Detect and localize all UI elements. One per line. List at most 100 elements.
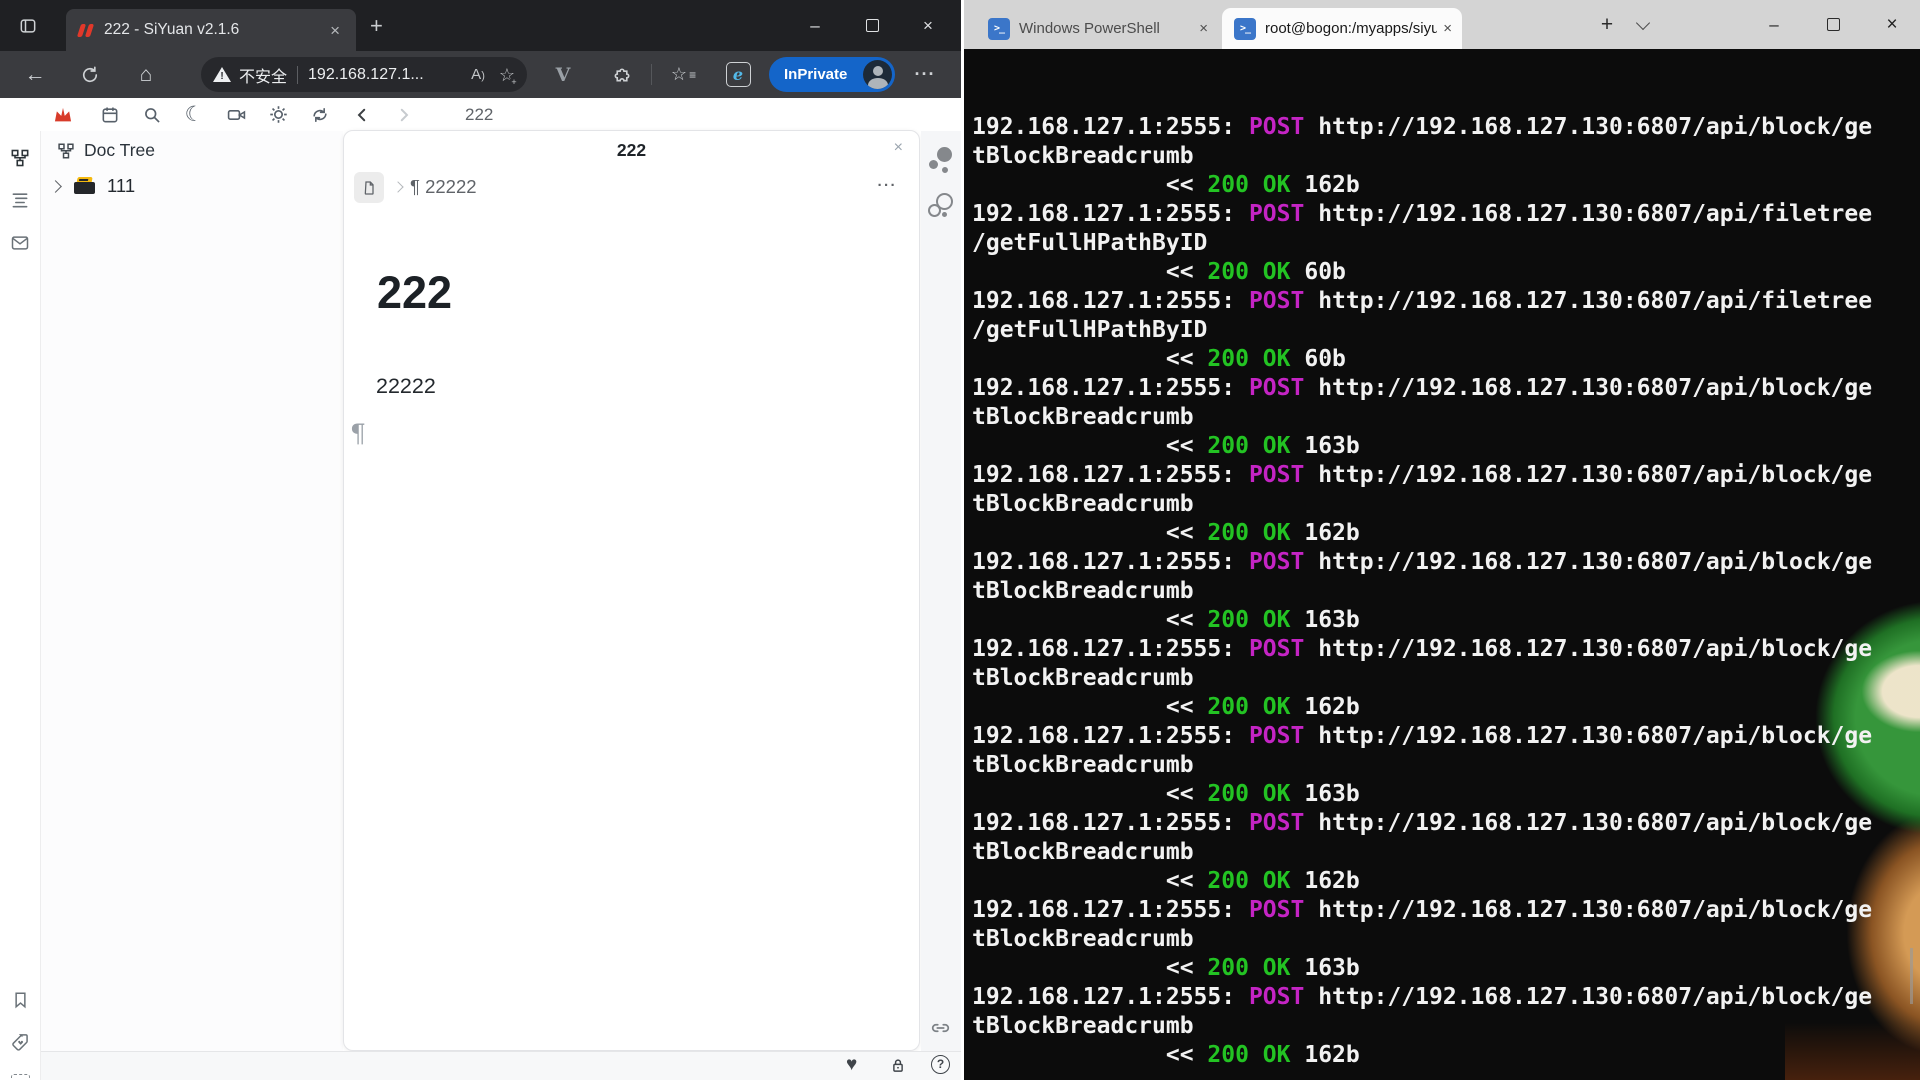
security-label: 不安全 <box>239 68 288 86</box>
editor-tab-bar[interactable]: 222 × <box>344 131 919 168</box>
terminal-tab-title: root@bogon:/myapps/siyuan/ <box>1265 20 1438 37</box>
tab-actions-icon[interactable] <box>12 10 43 41</box>
terminal-tab-close-icon[interactable]: × <box>1443 20 1452 37</box>
inbox-dock-icon[interactable] <box>0 226 40 260</box>
sync-icon[interactable] <box>303 98 337 131</box>
home-button[interactable]: ⌂ <box>126 51 166 98</box>
terminal-new-tab-button[interactable]: + <box>1592 10 1622 40</box>
nav-back-chevron-icon[interactable] <box>345 98 379 131</box>
terminal-line: tBlockBreadcrumb <box>972 838 1920 867</box>
ie-mode-icon[interactable]: e <box>718 51 758 98</box>
terminal-log: 192.168.127.1:2555: POST http://192.168.… <box>972 113 1920 1070</box>
global-graph-icon[interactable] <box>927 193 955 223</box>
terminal-tab-dropdown-icon[interactable] <box>1635 15 1651 31</box>
inprivate-badge[interactable]: InPrivate <box>769 57 895 92</box>
browser-close-button[interactable]: × <box>905 0 951 51</box>
tag-dock-icon[interactable] <box>0 1025 40 1059</box>
help-icon[interactable]: ? <box>931 1055 950 1074</box>
tab-close-icon[interactable]: × <box>326 20 344 41</box>
terminal-result-line: << 200 OK 162b <box>972 519 1920 548</box>
log-arrow: << <box>1165 607 1208 633</box>
breadcrumb-block-item[interactable]: ¶ 22222 <box>410 176 477 198</box>
read-aloud-icon[interactable]: A) <box>471 66 485 83</box>
log-url-continued: tBlockBreadcrumb <box>972 839 1194 865</box>
log-arrow: << <box>1165 433 1208 459</box>
terminal-close-button[interactable]: × <box>1869 0 1915 49</box>
terminal-tab-ssh[interactable]: >_ root@bogon:/myapps/siyuan/ × <box>1222 8 1462 49</box>
log-url-continued: tBlockBreadcrumb <box>972 752 1194 778</box>
log-source: 192.168.127.1:2555: <box>972 984 1249 1010</box>
log-method: POST <box>1248 984 1305 1010</box>
terminal-maximize-button[interactable] <box>1810 0 1856 49</box>
sponsor-heart-icon[interactable]: ♥ <box>846 1054 857 1076</box>
settings-gear-icon[interactable] <box>261 98 295 131</box>
log-url: http://192.168.127.130:6807/api/block/ge <box>1304 897 1873 923</box>
siyuan-app: ☾ 222 Doc Tree 111 222 × ¶ 22222 ··· 222… <box>0 98 961 1080</box>
breadcrumb-more-icon[interactable]: ··· <box>878 177 898 194</box>
new-tab-button[interactable]: + <box>370 13 383 39</box>
terminal-minimize-button[interactable]: – <box>1751 0 1797 49</box>
terminal-tab-powershell[interactable]: >_ Windows PowerShell × <box>976 8 1218 49</box>
right-dock <box>921 131 961 1052</box>
log-status: 200 OK <box>1207 694 1291 720</box>
log-size: 162b <box>1290 520 1360 546</box>
terminal-line: 192.168.127.1:2555: POST http://192.168.… <box>972 635 1920 664</box>
document-heading[interactable]: 222 <box>377 267 452 319</box>
siyuan-logo-crown-icon[interactable] <box>46 98 80 131</box>
backlinks-graph-icon[interactable] <box>927 147 955 175</box>
doc-tree-glyph-icon <box>58 143 74 158</box>
log-method: POST <box>1248 288 1305 314</box>
extensions-puzzle-icon[interactable] <box>602 51 642 98</box>
favorite-plus-badge: + <box>509 76 519 87</box>
log-size: 163b <box>1290 607 1360 633</box>
daily-note-calendar-icon[interactable] <box>93 98 127 131</box>
dock-hide-icon[interactable] <box>0 1064 40 1080</box>
terminal-tab-close-icon[interactable]: × <box>1199 20 1208 37</box>
log-method: POST <box>1248 810 1305 836</box>
terminal-line: 192.168.127.1:2555: POST http://192.168.… <box>972 374 1920 403</box>
url-text: 192.168.127.1... <box>308 65 424 83</box>
add-favorite-icon[interactable]: ☆ + <box>499 66 519 87</box>
dark-mode-moon-icon[interactable]: ☾ <box>177 98 211 131</box>
terminal-screen[interactable]: 192.168.127.1:2555: POST http://192.168.… <box>964 49 1920 1080</box>
browser-minimize-button[interactable]: – <box>792 0 838 51</box>
log-url: http://192.168.127.130:6807/api/block/ge <box>1304 984 1873 1010</box>
terminal-result-line: << 200 OK 60b <box>972 345 1920 374</box>
log-size: 60b <box>1290 346 1346 372</box>
maximize-icon <box>865 19 879 32</box>
not-secure-warning-icon: ! <box>213 67 231 82</box>
search-icon[interactable] <box>135 98 169 131</box>
browser-tab-title: 222 - SiYuan v2.1.6 <box>104 21 240 38</box>
editor-tab-close-icon[interactable]: × <box>894 140 903 156</box>
notebook-expand-chevron-icon[interactable] <box>49 179 62 193</box>
favorites-icon[interactable]: ☆ ≡ <box>663 51 703 98</box>
lock-icon[interactable] <box>889 1056 907 1075</box>
log-status: 200 OK <box>1207 955 1291 981</box>
browser-tab[interactable]: 222 - SiYuan v2.1.6 × <box>66 9 356 51</box>
back-button[interactable]: ← <box>15 51 55 98</box>
log-url: http://192.168.127.130:6807/api/block/ge <box>1304 549 1873 575</box>
browser-menu-icon[interactable]: ··· <box>905 51 945 98</box>
notebook-row[interactable]: 111 <box>49 175 135 197</box>
reload-button[interactable] <box>70 51 110 98</box>
log-url: http://192.168.127.130:6807/api/filetree <box>1304 288 1873 314</box>
browser-maximize-button[interactable] <box>849 0 895 51</box>
log-arrow: << <box>1165 520 1208 546</box>
log-url-continued: tBlockBreadcrumb <box>972 926 1194 952</box>
document-paragraph[interactable]: 22222 <box>376 374 436 399</box>
video-camera-icon[interactable] <box>219 98 253 131</box>
address-bar[interactable]: ! 不安全 192.168.127.1... A) ☆ + <box>201 57 527 92</box>
log-url: http://192.168.127.130:6807/api/block/ge <box>1304 462 1873 488</box>
doc-tree-dock-icon[interactable] <box>0 141 40 175</box>
document-icon[interactable] <box>354 172 384 203</box>
outline-dock-icon[interactable] <box>0 183 40 217</box>
nav-forward-chevron-icon[interactable] <box>387 98 421 131</box>
terminal-scrollbar[interactable] <box>1910 948 1913 1004</box>
maximize-icon <box>1826 18 1840 31</box>
link-icon[interactable] <box>928 1017 953 1039</box>
log-url-continued: tBlockBreadcrumb <box>972 578 1194 604</box>
bookmark-dock-icon[interactable] <box>0 983 40 1017</box>
log-url-continued: tBlockBreadcrumb <box>972 404 1194 430</box>
terminal-line: tBlockBreadcrumb <box>972 664 1920 693</box>
vue-devtools-extension-icon[interactable]: V <box>543 51 583 98</box>
